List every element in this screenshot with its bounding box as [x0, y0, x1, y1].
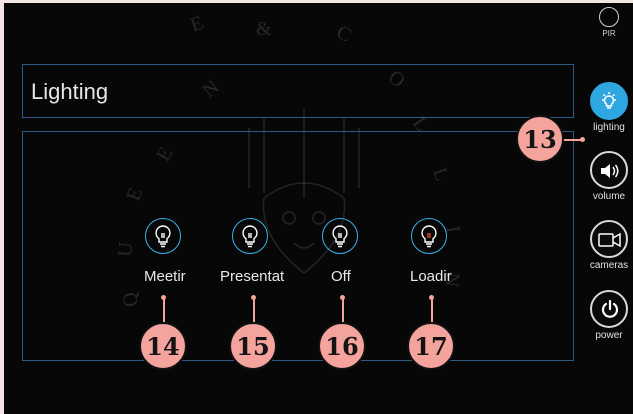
callout-14-leader: [163, 297, 165, 322]
callout-14-dot: [161, 295, 166, 300]
sidebar-item-cameras[interactable]: cameras: [586, 220, 632, 271]
pir-label: PIR: [602, 29, 616, 38]
lightbulb-icon: [232, 218, 268, 254]
mode-button-presentation[interactable]: Presentat: [219, 218, 284, 288]
mode-button-off[interactable]: Off: [309, 218, 369, 288]
callout-17: 17: [407, 322, 455, 370]
sidebar-item-power[interactable]: power: [586, 290, 632, 341]
power-icon: [590, 290, 628, 328]
mode-button-meeting[interactable]: Meetir: [132, 218, 192, 288]
mode-label: Meetir: [144, 268, 186, 285]
mode-label: Presentat: [220, 268, 285, 285]
mode-button-loading[interactable]: Loadir: [398, 218, 458, 288]
pir-sensor-icon: [599, 7, 619, 27]
sidebar-item-label: volume: [592, 191, 626, 202]
sidebar-item-label: lighting: [593, 122, 625, 133]
callout-16-dot: [340, 295, 345, 300]
callout-13: 13: [516, 115, 564, 163]
camera-icon: [590, 220, 628, 258]
callout-15-dot: [251, 295, 256, 300]
mode-label: Loadir: [410, 268, 452, 285]
callout-17-dot: [429, 295, 434, 300]
sidebar-nav: PIR lighting volume cameras power: [578, 0, 633, 414]
speaker-icon: [590, 151, 628, 189]
page-title: Lighting: [31, 79, 109, 104]
callout-13-dot: [580, 137, 585, 142]
lightbulb-icon: [590, 82, 628, 120]
callout-14: 14: [139, 322, 187, 370]
lighting-modes-panel: [22, 131, 574, 361]
lighting-header-panel: Lighting: [22, 64, 574, 118]
lightbulb-icon: [322, 218, 358, 254]
callout-15-leader: [253, 297, 255, 322]
lightbulb-icon: [411, 218, 447, 254]
mode-label: Off: [331, 268, 351, 285]
callout-17-leader: [431, 297, 433, 322]
lightbulb-icon: [145, 218, 181, 254]
sidebar-item-volume[interactable]: volume: [586, 151, 632, 202]
callout-16-leader: [342, 297, 344, 322]
sidebar-item-lighting[interactable]: lighting: [586, 82, 632, 133]
sidebar-item-label: cameras: [589, 260, 629, 271]
callout-15: 15: [229, 322, 277, 370]
pir-indicator: PIR: [586, 7, 632, 38]
sidebar-item-label: power: [595, 330, 623, 341]
callout-16: 16: [318, 322, 366, 370]
